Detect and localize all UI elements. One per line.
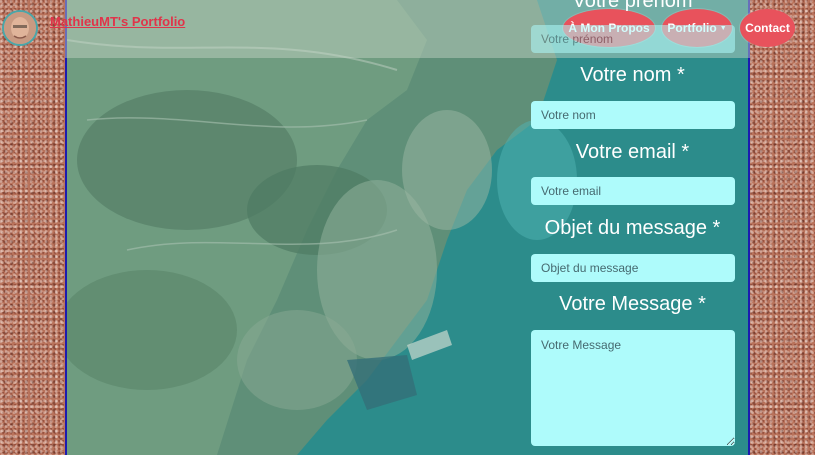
email-input[interactable] (531, 177, 735, 205)
email-label: Votre email * (575, 141, 690, 163)
profile-avatar[interactable] (2, 10, 38, 46)
message-textarea[interactable] (531, 330, 735, 446)
brand-link[interactable]: MathieuMT's Portfolio (50, 14, 185, 29)
nom-input[interactable] (531, 101, 735, 129)
nav-contact-button[interactable]: Contact (740, 9, 795, 47)
message-label: Votre Message * (559, 293, 706, 315)
objet-input[interactable] (531, 254, 735, 282)
nav-contact-label: Contact (745, 21, 790, 35)
avatar-face-icon (4, 12, 36, 44)
objet-label: Objet du message * (544, 217, 721, 239)
nom-label: Votre nom * (580, 64, 685, 86)
prenom-input[interactable] (531, 25, 735, 53)
prenom-label: Votre prénom (572, 0, 693, 12)
